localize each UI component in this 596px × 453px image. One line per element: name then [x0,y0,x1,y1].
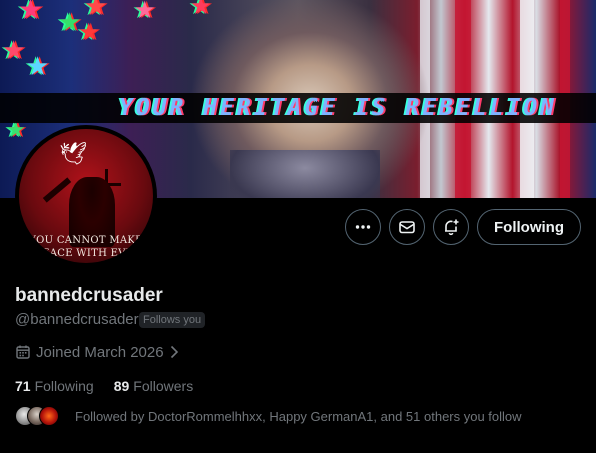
banner-slogan: YOUR HERITAGE IS REBELLION [118,95,558,121]
user-handle: @bannedcrusader [15,311,139,328]
joined-text: Joined March 2026 [36,343,164,361]
mutual-avatar [39,406,59,426]
followers-stat[interactable]: 89 Followers [114,378,193,394]
avatar[interactable]: 🕊 YOU CANNOT MAKE PEACE WITH EVIL [15,125,157,267]
knight-arm [42,177,72,203]
chevron-right-icon [168,345,180,359]
banner-portrait-collar [230,150,380,198]
more-button[interactable] [345,209,381,245]
avatar-caption-line1: YOU CANNOT MAKE [29,235,143,246]
notify-button[interactable] [433,209,469,245]
star-icon: ★ [84,0,108,22]
star-icon: ★ [190,0,212,20]
more-icon [355,225,371,229]
joined-date[interactable]: Joined March 2026 [15,343,180,361]
following-button[interactable]: Following [477,209,581,245]
avatar-caption-line2: PEACE WITH EVIL [35,248,137,259]
followers-label: Followers [133,378,194,394]
star-icon: ★ [2,36,26,66]
message-button[interactable] [389,209,425,245]
following-count: 71 [15,378,31,394]
calendar-icon [15,344,31,360]
star-icon: ★ [6,118,26,143]
mail-icon [399,221,415,234]
profile-page: ★ ★ ★ ★ ★ ★ ★ ★ ★ ★ YOUR HERITAGE IS REB… [0,0,596,453]
mutual-avatars [15,405,75,427]
following-stat[interactable]: 71 Following [15,378,94,394]
dove-icon: 🕊 [59,141,87,166]
star-icon: ★ [18,0,44,26]
bell-plus-icon [445,219,459,236]
display-name: bannedcrusader [15,285,163,306]
star-icon: ★ [26,52,50,82]
star-icon: ★ [134,0,156,24]
followed-by-text: Followed by DoctorRommelhhxx, Happy Germ… [75,408,522,424]
star-icon: ★ [78,18,100,46]
follow-stats: 71 Following 89 Followers [15,378,213,394]
following-label: Following [34,378,94,394]
followed-by-row[interactable]: Followed by DoctorRommelhhxx, Happy Germ… [15,405,522,427]
follows-you-badge: Follows you [139,312,206,328]
followers-count: 89 [113,378,130,394]
